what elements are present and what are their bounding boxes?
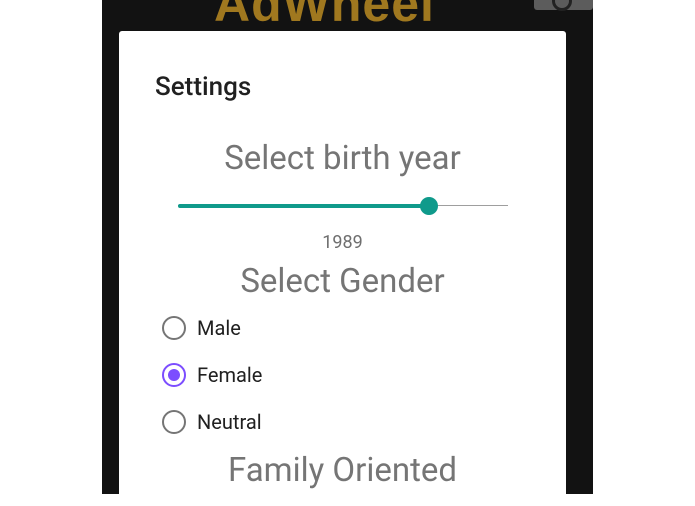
birth-year-heading: Select birth year bbox=[224, 139, 461, 178]
dialog-title: Settings bbox=[155, 72, 252, 102]
radio-label: Male bbox=[197, 316, 241, 340]
gender-option-male[interactable]: Male bbox=[162, 312, 241, 344]
gender-heading: Select Gender bbox=[240, 262, 445, 301]
circle-icon bbox=[552, 0, 572, 11]
slider-thumb[interactable] bbox=[419, 197, 438, 215]
slider-active-track bbox=[178, 204, 429, 208]
gender-option-neutral[interactable]: Neutral bbox=[162, 406, 262, 438]
radio-button[interactable] bbox=[162, 410, 186, 434]
radio-label: Female bbox=[197, 363, 263, 387]
birth-year-value: 1989 bbox=[322, 232, 363, 253]
app-logo: AdWheel bbox=[214, 0, 435, 32]
birth-year-slider[interactable] bbox=[178, 196, 508, 216]
family-oriented-heading: Family Oriented bbox=[228, 451, 457, 490]
radio-button[interactable] bbox=[162, 316, 186, 340]
gender-option-female[interactable]: Female bbox=[162, 359, 262, 391]
top-right-button[interactable] bbox=[534, 0, 593, 11]
radio-label: Neutral bbox=[197, 410, 262, 434]
settings-dialog: Settings Select birth year 1989 Select G… bbox=[119, 31, 566, 506]
radio-button[interactable] bbox=[162, 363, 186, 387]
